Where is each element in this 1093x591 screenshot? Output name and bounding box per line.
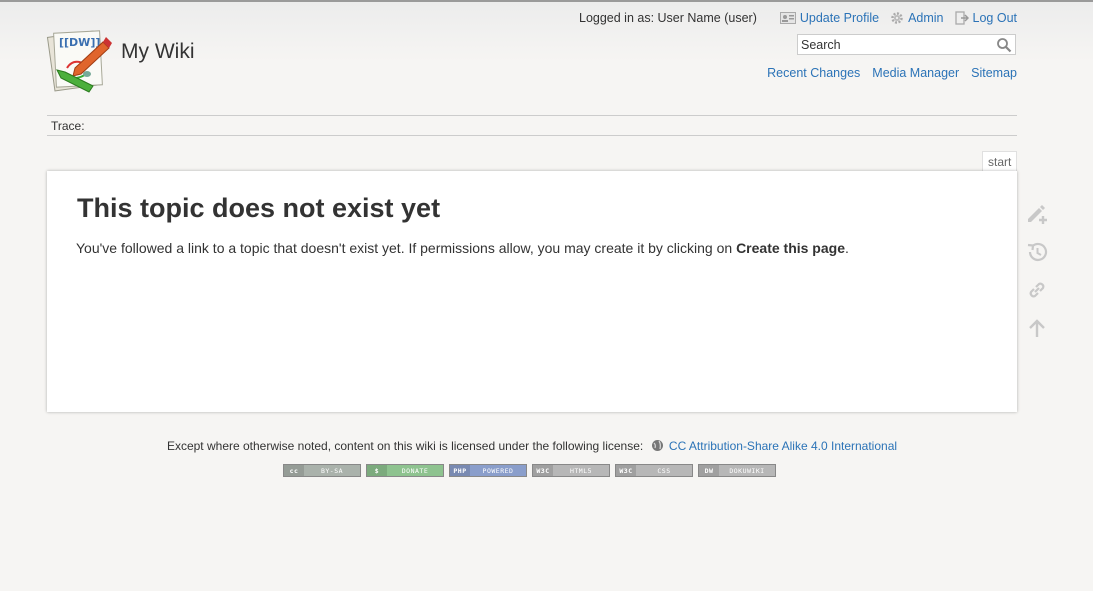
profile-card-icon bbox=[779, 12, 796, 24]
logout-icon bbox=[954, 11, 969, 25]
badge-right-label: DOKUWIKI bbox=[729, 467, 765, 475]
update-profile-link[interactable]: Update Profile bbox=[779, 11, 880, 25]
badge-left-label: W3C bbox=[533, 465, 553, 476]
dokuwiki-logo-icon[interactable]: [[DW]] bbox=[45, 28, 113, 96]
recent-changes-link[interactable]: Recent Changes bbox=[767, 66, 860, 80]
badge-right-label: POWERED bbox=[482, 467, 514, 475]
badge-left-label: cc bbox=[284, 465, 304, 476]
badge-right-label: HTML5 bbox=[569, 467, 593, 475]
create-page-hint: Create this page bbox=[736, 240, 845, 256]
create-page-icon[interactable] bbox=[1025, 202, 1049, 226]
page-message-end: . bbox=[845, 240, 849, 256]
media-manager-link[interactable]: Media Manager bbox=[872, 66, 959, 80]
badge-left-label: $ bbox=[367, 465, 387, 476]
badge-left-label: DW bbox=[699, 465, 719, 476]
svg-text:[[DW]]: [[DW]] bbox=[59, 36, 100, 49]
license-notice: Except where otherwise noted, content on… bbox=[0, 439, 1064, 453]
site-title[interactable]: My Wiki bbox=[121, 40, 194, 64]
page-title: This topic does not exist yet bbox=[77, 193, 441, 223]
footer-badges: cc BY-SA $ DONATE PHP POWERED W3C HTML5 W3C CSS DW… bbox=[283, 464, 781, 477]
footer-badge-powered[interactable]: PHP POWERED bbox=[449, 464, 527, 477]
site-tools: Recent Changes Media Manager Sitemap bbox=[755, 66, 1017, 80]
logout-label: Log Out bbox=[972, 11, 1017, 25]
page-message: You've followed a link to a topic that d… bbox=[76, 240, 849, 256]
backlinks-icon[interactable] bbox=[1025, 278, 1049, 302]
update-profile-label: Update Profile bbox=[799, 11, 880, 25]
globe-icon bbox=[651, 440, 663, 451]
search-input[interactable] bbox=[798, 35, 991, 54]
user-tools: Logged in as: User Name (user) Update Pr… bbox=[579, 11, 1017, 25]
page-tools bbox=[1025, 202, 1049, 354]
breadcrumb-label: Trace: bbox=[51, 119, 85, 133]
page-id-tab[interactable]: start bbox=[982, 151, 1018, 172]
sitemap-link[interactable]: Sitemap bbox=[971, 66, 1017, 80]
back-to-top-icon[interactable] bbox=[1025, 316, 1049, 340]
badge-right-label: BY-SA bbox=[320, 467, 344, 475]
search-box bbox=[797, 34, 1016, 55]
old-revisions-icon[interactable] bbox=[1025, 240, 1049, 264]
badge-right-label: DONATE bbox=[401, 467, 429, 475]
search-icon[interactable] bbox=[996, 37, 1012, 53]
admin-label: Admin bbox=[908, 11, 944, 25]
page-content: This topic does not exist yet You've fol… bbox=[47, 171, 1017, 412]
admin-link[interactable]: Admin bbox=[890, 11, 944, 25]
license-text: Except where otherwise noted, content on… bbox=[166, 439, 644, 453]
license-link[interactable]: CC Attribution-Share Alike 4.0 Internati… bbox=[669, 439, 897, 453]
footer-badge-donate[interactable]: $ DONATE bbox=[366, 464, 444, 477]
page-message-text: You've followed a link to a topic that d… bbox=[76, 240, 737, 256]
logout-link[interactable]: Log Out bbox=[954, 11, 1017, 25]
footer-badge-css[interactable]: W3C CSS bbox=[615, 464, 693, 477]
badge-left-label: PHP bbox=[450, 465, 470, 476]
gear-icon bbox=[891, 12, 903, 24]
footer-badge-by-sa[interactable]: cc BY-SA bbox=[283, 464, 361, 477]
footer-badge-dokuwiki[interactable]: DW DOKUWIKI bbox=[698, 464, 776, 477]
breadcrumb: Trace: bbox=[47, 115, 1017, 136]
footer-badge-html5[interactable]: W3C HTML5 bbox=[532, 464, 610, 477]
badge-right-label: CSS bbox=[657, 467, 671, 475]
logged-in-label: Logged in as: User Name (user) bbox=[579, 11, 757, 25]
badge-left-label: W3C bbox=[616, 465, 636, 476]
